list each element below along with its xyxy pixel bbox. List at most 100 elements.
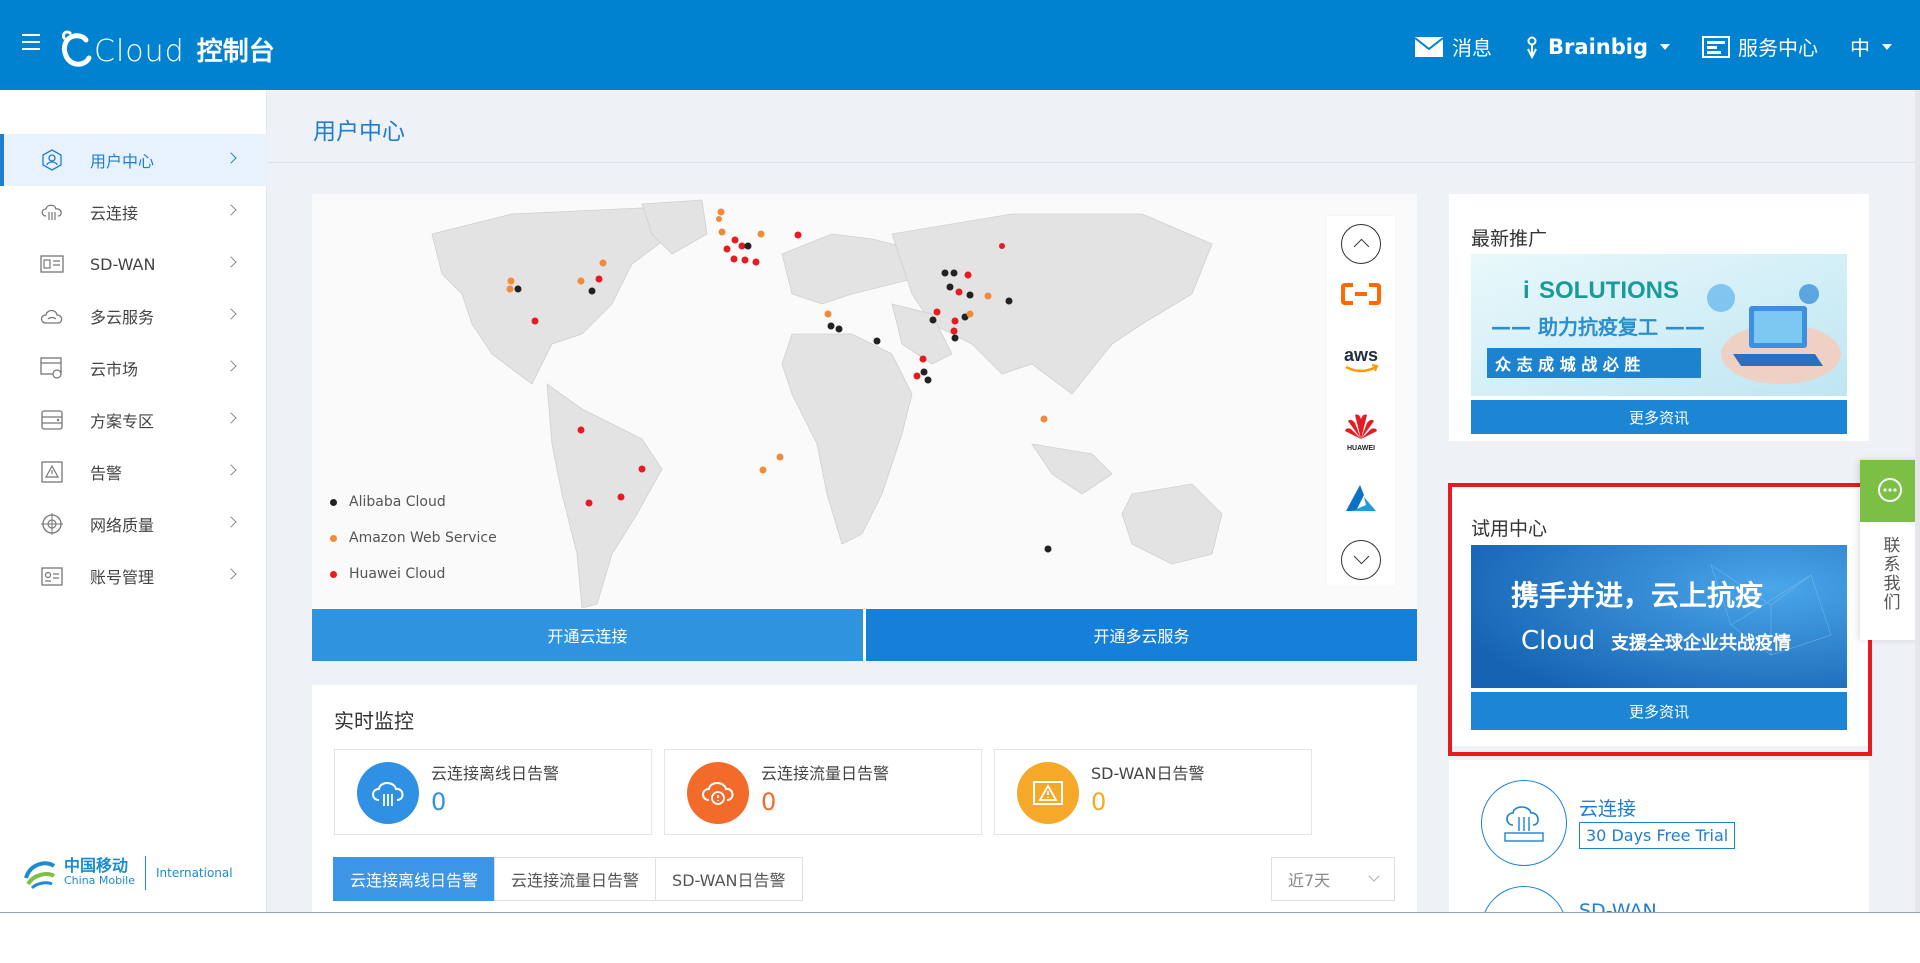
- china-mobile-mark: [24, 861, 56, 890]
- legend-label: Huawei Cloud: [349, 566, 446, 582]
- sidebar-item-label: 用户中心: [90, 152, 155, 171]
- scroll-up-button[interactable]: [1341, 224, 1381, 264]
- solutions-banner[interactable]: i SOLUTIONS —— 助力抗疫复工 —— 众 志 成 城 战 必 胜: [1471, 254, 1847, 396]
- china-mobile-en: China Mobile: [64, 874, 136, 887]
- language-switch[interactable]: 中: [1850, 32, 1892, 61]
- tab-sdwan-alarm[interactable]: SD-WAN日告警: [655, 857, 803, 901]
- chevron-right-icon: [225, 516, 237, 528]
- cloud-logo-mark: [61, 30, 92, 67]
- alibaba-cloud-logo[interactable]: [1337, 272, 1385, 316]
- sidebar-item-account[interactable]: 账号管理: [0, 550, 267, 602]
- svg-text:携手并进，云上抗疫: 携手并进，云上抗疫: [1511, 579, 1763, 612]
- svg-text:aws: aws: [1344, 345, 1378, 365]
- sidebar-item-label: 网络质量: [90, 516, 155, 535]
- cloud-connect-service-icon: [1481, 780, 1567, 866]
- chevron-down-icon: [1368, 870, 1380, 882]
- promo-more-button[interactable]: 更多资讯: [1471, 400, 1847, 434]
- legend-item: Alibaba Cloud: [330, 484, 497, 520]
- chevron-right-icon: [225, 308, 237, 320]
- brand-logo[interactable]: Cloud 控制台: [56, 22, 275, 72]
- account-icon: [40, 565, 64, 587]
- sidebar-item-user-center[interactable]: 用户中心: [0, 134, 267, 186]
- legend-dot: [330, 534, 337, 542]
- network-quality-icon: [40, 513, 64, 535]
- chevron-right-icon: [225, 412, 237, 424]
- header-nav: 消息 Brainbig 服务中心 中: [1414, 32, 1892, 61]
- page-title: 用户中心: [313, 119, 405, 145]
- svg-text:支援全球企业共战疫情: 支援全球企业共战疫情: [1610, 632, 1791, 654]
- china-mobile-intl: International: [156, 866, 233, 880]
- svg-text:Cloud: Cloud: [1521, 626, 1595, 656]
- chevron-right-icon: [225, 152, 237, 164]
- stat-label: SD-WAN日告警: [1091, 764, 1205, 783]
- map-legend: Alibaba Cloud Amazon Web Service Huawei …: [330, 484, 497, 592]
- azure-logo[interactable]: [1337, 476, 1385, 520]
- user-pin-icon: [1527, 36, 1537, 59]
- app-window: Cloud 控制台 消息 Brainbig 服务中心 中 用户中心 云连接 SD…: [0, 0, 1920, 913]
- service-name: 云连接: [1579, 798, 1637, 820]
- alarm-tabs: 云连接离线日告警 云连接流量日告警 SD-WAN日告警: [333, 857, 803, 901]
- world-map: Alibaba Cloud Amazon Web Service Huawei …: [312, 194, 1417, 608]
- stat-card-offline[interactable]: 云连接离线日告警 0: [334, 749, 652, 835]
- sidebar-item-label: 方案专区: [90, 412, 155, 431]
- latest-promo-card: 最新推广 i SOLUTIONS —— 助力抗疫复工 —— 众 志 成 城 战 …: [1449, 194, 1869, 441]
- china-mobile-cn: 中国移动: [64, 856, 129, 875]
- scroll-down-button[interactable]: [1341, 540, 1381, 580]
- chat-icon[interactable]: [1860, 460, 1920, 522]
- sidebar-item-cloud-connect[interactable]: 云连接: [0, 186, 267, 238]
- time-range-value: 近7天: [1288, 871, 1331, 890]
- sidebar-item-sdwan[interactable]: SD-WAN: [0, 238, 267, 290]
- chevron-right-icon: [225, 568, 237, 580]
- service-cloud-connect[interactable]: 云连接 30 Days Free Trial: [1481, 780, 1736, 866]
- service-center-icon: [1702, 35, 1730, 58]
- svg-text:—— 助力抗疫复工 ——: —— 助力抗疫复工 ——: [1491, 315, 1705, 339]
- sidebar-menu: 用户中心 云连接 SD-WAN 多云服务 云市场 方案专区 告警 网络质量 账号…: [0, 134, 267, 602]
- stat-value: 0: [431, 788, 447, 816]
- stat-label: 云连接流量日告警: [761, 764, 890, 783]
- stat-value: 0: [761, 788, 777, 816]
- language-label: 中: [1850, 36, 1870, 60]
- china-mobile-logo: 中国移动 China Mobile International: [22, 856, 233, 890]
- huawei-logo[interactable]: HUAWEI: [1337, 406, 1385, 456]
- sidebar-item-label: 多云服务: [90, 308, 155, 327]
- trial-title: 试用中心: [1471, 518, 1548, 540]
- svg-text:i: i: [1523, 277, 1530, 304]
- service-sdwan[interactable]: SD-WAN: [1481, 886, 1657, 912]
- page-scrollbar[interactable]: [1915, 90, 1920, 912]
- chevron-right-icon: [225, 204, 237, 216]
- solutions-icon: [40, 409, 64, 431]
- chevron-right-icon: [225, 360, 237, 372]
- messages-link[interactable]: 消息: [1414, 32, 1492, 61]
- sdwan-service-icon: [1481, 886, 1567, 912]
- sidebar-item-solutions[interactable]: 方案专区: [0, 394, 267, 446]
- contact-us-widget[interactable]: 联系我们: [1860, 460, 1920, 640]
- sdwan-alert-icon: [1017, 762, 1079, 824]
- tab-offline-alarm[interactable]: 云连接离线日告警: [333, 857, 496, 901]
- trial-more-button[interactable]: 更多资讯: [1471, 692, 1847, 730]
- sidebar-item-alarm[interactable]: 告警: [0, 446, 267, 498]
- sidebar-item-cloud-market[interactable]: 云市场: [0, 342, 267, 394]
- multi-cloud-icon: [40, 305, 64, 327]
- time-range-select[interactable]: 近7天: [1271, 857, 1395, 901]
- sidebar-item-label: 云连接: [90, 204, 139, 223]
- stat-card-traffic[interactable]: 云连接流量日告警 0: [664, 749, 982, 835]
- service-center-link[interactable]: 服务中心: [1702, 32, 1818, 61]
- chevron-down-icon: [1660, 43, 1670, 50]
- cloud-connect-icon: [40, 201, 64, 223]
- open-multi-cloud-button[interactable]: 开通多云服务: [866, 609, 1417, 661]
- legend-dot: [330, 570, 337, 578]
- stat-card-sdwan[interactable]: SD-WAN日告警 0: [994, 749, 1312, 835]
- map-actions: 开通云连接 开通多云服务: [312, 609, 1417, 661]
- trial-banner[interactable]: 携手并进，云上抗疫 Cloud 支援全球企业共战疫情: [1471, 545, 1847, 688]
- menu-toggle-icon[interactable]: [22, 34, 40, 50]
- tab-traffic-alarm[interactable]: 云连接流量日告警: [494, 857, 657, 901]
- user-menu[interactable]: Brainbig: [1524, 35, 1670, 59]
- brand-divider: [145, 856, 147, 890]
- free-trial-button[interactable]: 30 Days Free Trial: [1579, 822, 1736, 849]
- sdwan-icon: [40, 253, 64, 275]
- open-cloud-connect-button[interactable]: 开通云连接: [312, 609, 863, 661]
- sidebar-item-network-quality[interactable]: 网络质量: [0, 498, 267, 550]
- aws-logo[interactable]: aws: [1337, 338, 1385, 382]
- stat-label: 云连接离线日告警: [431, 764, 560, 783]
- sidebar-item-multi-cloud[interactable]: 多云服务: [0, 290, 267, 342]
